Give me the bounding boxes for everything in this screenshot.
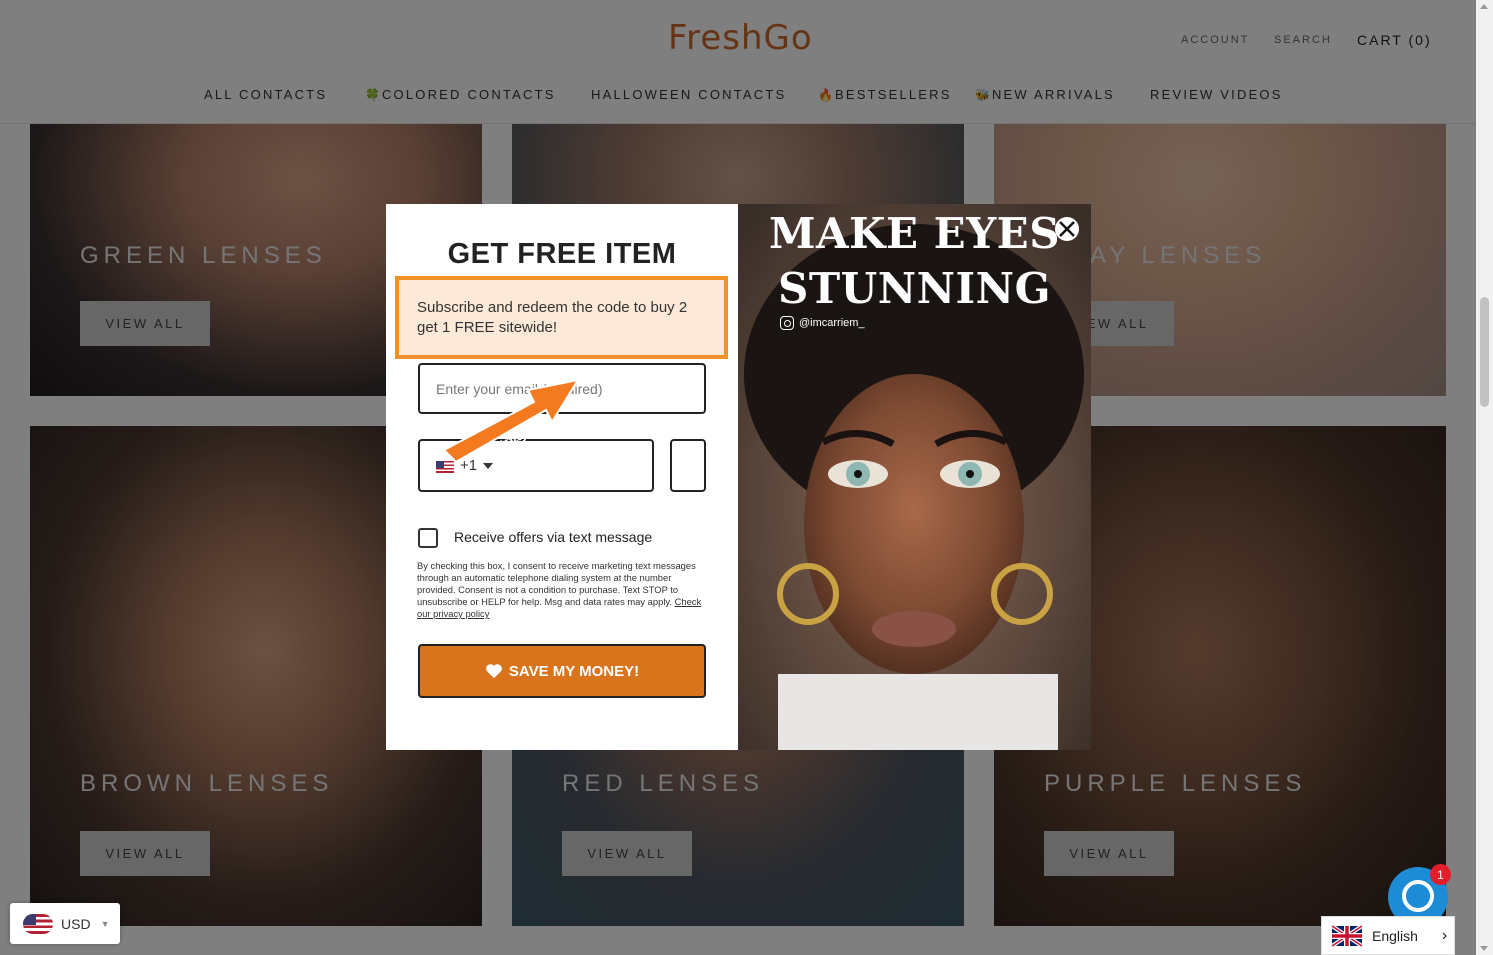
phone-input[interactable]: +1: [418, 439, 654, 492]
promo-message: Subscribe and redeem the code to buy 2 g…: [395, 276, 728, 359]
email-placeholder: Enter your email (required): [436, 380, 603, 397]
language-selector[interactable]: English ›: [1321, 916, 1455, 955]
hero-line-2: STUNNING: [778, 264, 1051, 313]
us-flag-icon[interactable]: [436, 461, 454, 473]
language-label: English: [1372, 927, 1418, 944]
save-button-label: SAVE MY MONEY!: [508, 662, 640, 680]
chevron-down-icon: ▼: [100, 918, 110, 929]
subscribe-popup: GET FREE ITEM Subscribe and redeem the c…: [386, 204, 1091, 750]
phone-number-field[interactable]: [670, 439, 706, 492]
hero-headline: MAKE EYES STUNNING: [738, 206, 1091, 316]
country-code[interactable]: +1: [460, 457, 477, 474]
scrollbar-thumb[interactable]: [1480, 297, 1489, 407]
us-flag-icon: [23, 913, 53, 934]
uk-flag-icon: [1332, 924, 1362, 947]
close-icon[interactable]: [1054, 216, 1080, 242]
sms-checkbox-label[interactable]: Receive offers via text message: [454, 529, 652, 545]
sms-checkbox[interactable]: [418, 528, 438, 548]
legal-disclaimer: By checking this box, I consent to recei…: [417, 560, 709, 620]
save-my-money-button[interactable]: SAVE MY MONEY!: [418, 644, 706, 698]
currency-selector[interactable]: USD ▼: [10, 903, 120, 944]
page-scrollbar[interactable]: [1476, 0, 1493, 955]
currency-code: USD: [61, 915, 91, 932]
chat-unread-badge: 1: [1430, 864, 1451, 885]
popup-title: GET FREE ITEM: [447, 238, 677, 270]
scroll-up-arrow-icon[interactable]: [1480, 4, 1488, 9]
instagram-handle: @imcarriem_: [799, 317, 865, 329]
email-input[interactable]: Enter your email (required): [418, 363, 706, 414]
scroll-down-arrow-icon[interactable]: [1480, 946, 1488, 951]
chat-bubble-icon: [1402, 880, 1434, 912]
hero-line-1: MAKE EYES: [768, 209, 1061, 258]
instagram-icon: [780, 316, 794, 330]
chevron-down-icon[interactable]: [483, 463, 493, 469]
popup-form: GET FREE ITEM Subscribe and redeem the c…: [386, 204, 738, 750]
legal-text: By checking this box, I consent to recei…: [417, 560, 696, 607]
popup-hero-image: MAKE EYES STUNNING @imcarriem_: [738, 204, 1091, 750]
heart-icon: [485, 664, 502, 679]
chevron-right-icon: ›: [1441, 926, 1448, 944]
instagram-credit: @imcarriem_: [780, 316, 865, 330]
